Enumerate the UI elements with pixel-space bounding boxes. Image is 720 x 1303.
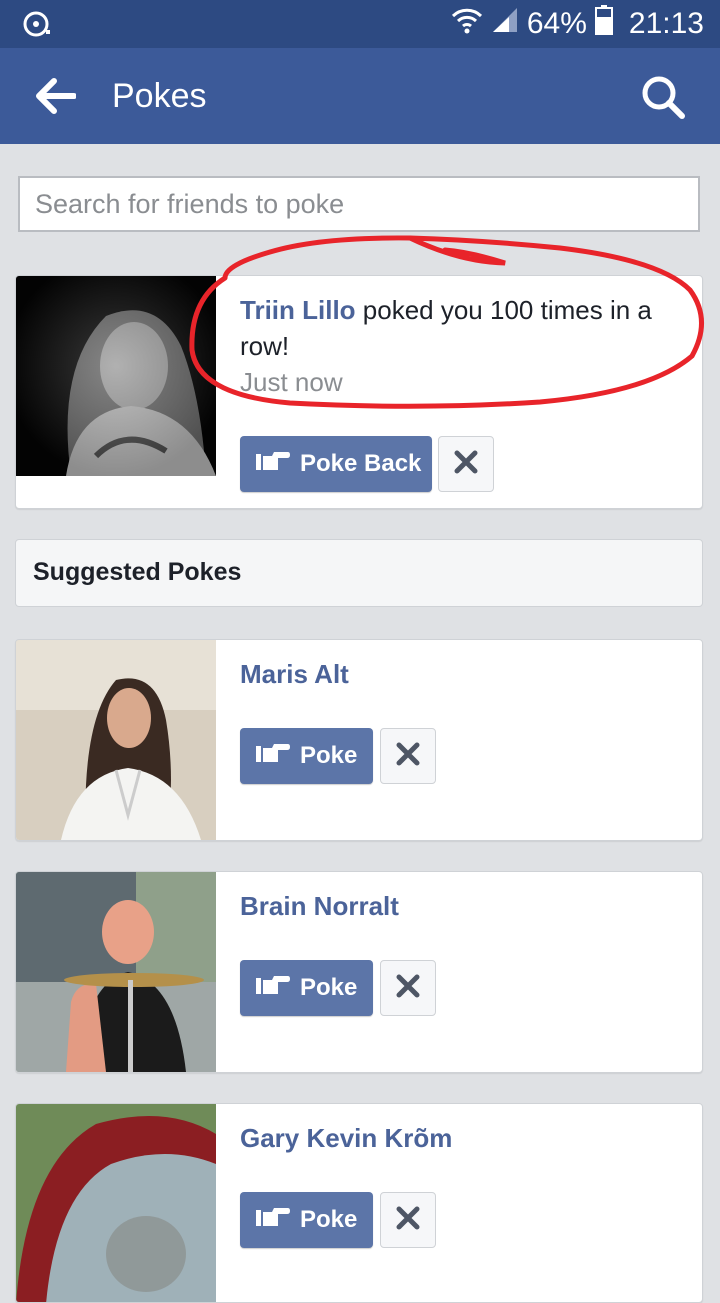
- suggested-card: Gary Kevin Krõm Poke: [15, 1103, 703, 1303]
- poke-label: Poke: [300, 974, 358, 1001]
- poke-label: Poke: [300, 742, 358, 769]
- profile-photo[interactable]: [16, 640, 216, 840]
- poke-button[interactable]: Poke: [240, 728, 373, 784]
- section-title: Suggested Pokes: [33, 558, 242, 586]
- close-icon: [396, 742, 420, 771]
- dismiss-button[interactable]: [380, 1192, 436, 1248]
- suggested-card: Brain Norralt Poke: [15, 871, 703, 1073]
- pointing-hand-icon: [256, 742, 290, 771]
- close-icon: [396, 974, 420, 1003]
- pointing-hand-icon: [256, 1206, 290, 1235]
- dismiss-button[interactable]: [380, 960, 436, 1016]
- suggested-name[interactable]: Gary Kevin Krõm: [240, 1120, 452, 1156]
- profile-photo[interactable]: [16, 872, 216, 1072]
- poke-button[interactable]: Poke: [240, 1192, 373, 1248]
- suggested-name[interactable]: Maris Alt: [240, 656, 349, 692]
- poke-label: Poke: [300, 1206, 358, 1233]
- pointing-hand-icon: [256, 974, 290, 1003]
- dismiss-button[interactable]: [380, 728, 436, 784]
- close-icon: [396, 1206, 420, 1235]
- suggested-card: Maris Alt Poke: [15, 639, 703, 841]
- suggested-pokes-header: Suggested Pokes: [15, 539, 703, 607]
- suggested-name[interactable]: Brain Norralt: [240, 888, 399, 924]
- poke-button[interactable]: Poke: [240, 960, 373, 1016]
- profile-photo[interactable]: [16, 1104, 216, 1302]
